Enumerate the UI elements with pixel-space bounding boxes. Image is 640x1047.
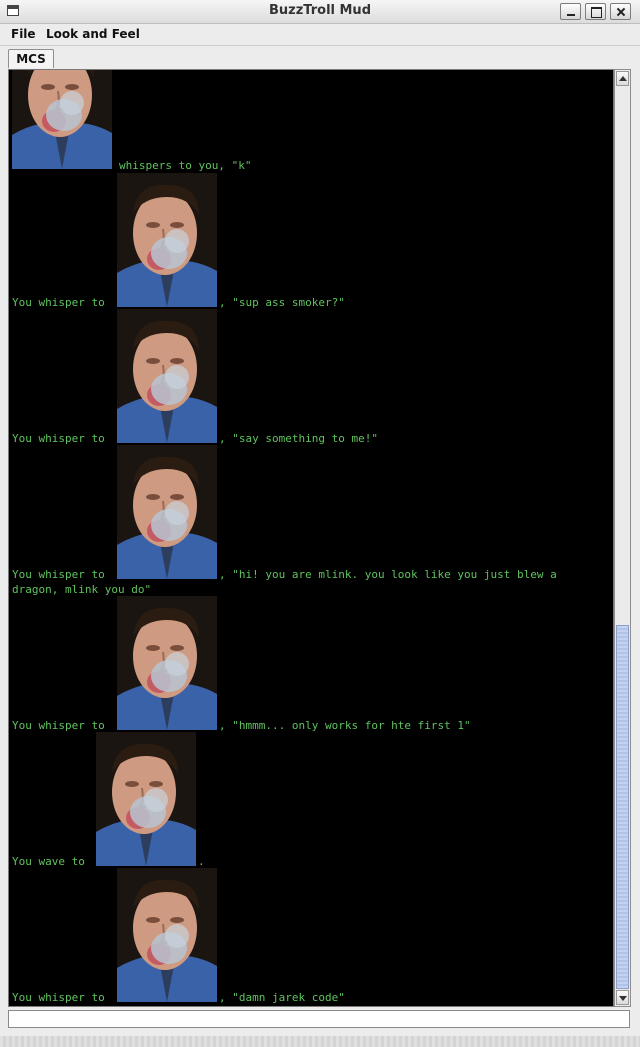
window-bottom-edge [0,1036,640,1047]
player-avatar-icon [96,732,196,866]
player-avatar-icon [117,173,217,307]
chat-line-prefix: You whisper to [12,568,105,581]
chat-line-prefix: You whisper to [12,296,105,309]
chat-line-text: whispers to you, "k" [119,159,252,172]
command-input[interactable] [8,1010,630,1028]
chat-line-prefix: You whisper to [12,719,105,732]
chat-line-text: , "hi! you are mlink. you look like you … [219,568,557,581]
chat-line-text: . [198,855,205,868]
scroll-thumb[interactable] [616,625,629,989]
tab-mcs[interactable]: MCS [8,49,54,68]
minimize-button[interactable] [560,3,581,20]
player-avatar-icon [117,868,217,1002]
chat-line-prefix: You whisper to [12,432,105,445]
menu-look-and-feel[interactable]: Look and Feel [46,27,140,41]
player-avatar-icon [117,596,217,730]
chat-scrollbar[interactable] [614,69,631,1007]
chat-line-continuation: dragon, mlink you do" [12,583,152,596]
title-bar[interactable]: BuzzTroll Mud [0,0,640,24]
player-avatar-icon [117,309,217,443]
chat-line: whispers to you, "k" [119,159,251,172]
player-avatar-icon [117,445,217,579]
tab-strip: MCS [0,46,640,68]
scroll-down-arrow-icon[interactable] [616,990,629,1005]
chat-line-text: , "hmmm... only works for hte first 1" [219,719,471,732]
close-button[interactable] [610,3,631,20]
scroll-up-arrow-icon[interactable] [616,71,629,86]
chat-line-prefix: You wave to [12,855,85,868]
menu-bar: File Look and Feel [0,24,640,46]
chat-line-text: , "sup ass smoker?" [219,296,345,309]
chat-output[interactable]: whispers to you, "k" You whisper to , "s… [8,69,614,1007]
player-avatar-icon [12,70,112,169]
chat-line-text: , "say something to me!" [219,432,378,445]
maximize-button[interactable] [585,3,606,20]
menu-file[interactable]: File [11,27,36,41]
chat-line-text: , "damn jarek code" [219,991,345,1004]
window-title: BuzzTroll Mud [268,3,371,18]
chat-line-prefix: You whisper to [12,991,105,1004]
